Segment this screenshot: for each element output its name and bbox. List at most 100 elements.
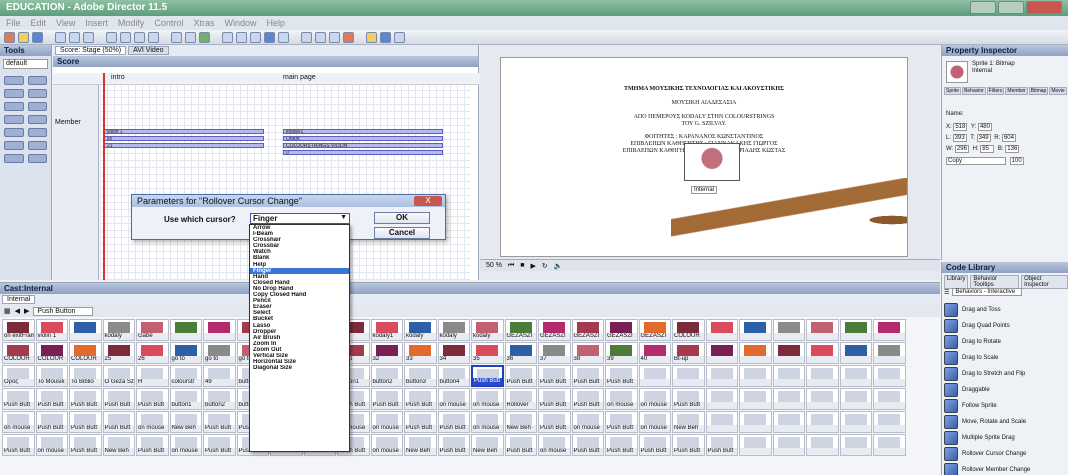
cast-member[interactable]: kodaly bbox=[404, 319, 437, 341]
rewind-icon[interactable]: ⏮ bbox=[508, 262, 514, 270]
cast-member[interactable]: on mouse bbox=[471, 411, 504, 433]
text-tool-icon[interactable] bbox=[4, 102, 24, 111]
left-field[interactable]: 393 bbox=[952, 134, 967, 142]
menu-edit[interactable]: Edit bbox=[31, 18, 47, 28]
cast-member[interactable]: GEZASZI bbox=[638, 319, 671, 341]
cast-member[interactable]: on mouse bbox=[571, 411, 604, 433]
cast-member[interactable]: New Beh bbox=[102, 434, 135, 456]
marker-intro[interactable]: intro bbox=[111, 74, 125, 81]
arrow-tool-icon[interactable] bbox=[4, 76, 24, 85]
cast-member[interactable]: Push Butt bbox=[538, 388, 571, 410]
cast-member[interactable]: on mouse bbox=[538, 434, 571, 456]
cast-member[interactable]: New Beh bbox=[504, 411, 537, 433]
cast-member[interactable]: on mouse bbox=[638, 411, 671, 433]
cast-member[interactable]: New Beh bbox=[404, 434, 437, 456]
cast-member[interactable] bbox=[873, 388, 906, 410]
save-all-icon[interactable] bbox=[69, 31, 80, 43]
menu-help[interactable]: Help bbox=[266, 18, 285, 28]
library-icon[interactable] bbox=[278, 31, 289, 43]
cast-member[interactable]: on mouse bbox=[638, 388, 671, 410]
hand-tool-icon[interactable] bbox=[27, 76, 47, 85]
copy-icon[interactable] bbox=[134, 31, 145, 43]
blend-field[interactable]: 100 bbox=[1009, 157, 1024, 165]
cast-member[interactable] bbox=[739, 434, 772, 456]
cast-member[interactable] bbox=[839, 434, 872, 456]
cast-member[interactable] bbox=[772, 434, 805, 456]
cast-member[interactable] bbox=[203, 319, 236, 341]
cast-member[interactable]: button2 bbox=[370, 365, 403, 387]
cast-member[interactable]: GEZASZI bbox=[605, 319, 638, 341]
maximize-button[interactable] bbox=[998, 1, 1024, 14]
cast-member[interactable]: Push Butt bbox=[504, 434, 537, 456]
cast-member[interactable]: Ορος bbox=[2, 365, 35, 387]
vector-icon[interactable] bbox=[315, 31, 326, 43]
sprite-span[interactable]: 21 bbox=[104, 143, 264, 148]
cast-member[interactable]: Push Butt bbox=[136, 434, 169, 456]
zoom-tool-icon[interactable] bbox=[27, 89, 47, 98]
cast-member[interactable] bbox=[806, 365, 839, 387]
cast-member[interactable]: To Mousik bbox=[35, 365, 68, 387]
cast-member[interactable] bbox=[772, 411, 805, 433]
sprite-span[interactable]: 0 bbox=[283, 150, 443, 155]
help-icon[interactable] bbox=[394, 31, 405, 43]
volume-icon[interactable]: 🔈 bbox=[554, 262, 563, 270]
cut-icon[interactable] bbox=[120, 31, 131, 43]
cast-member[interactable] bbox=[873, 434, 906, 456]
paint-icon[interactable] bbox=[301, 31, 312, 43]
close-button[interactable] bbox=[1026, 1, 1062, 14]
rectangle-tool-icon[interactable] bbox=[4, 115, 24, 124]
filled-ellipse-tool-icon[interactable] bbox=[27, 128, 47, 137]
button-tool-icon[interactable] bbox=[4, 154, 24, 163]
library-behavior-item[interactable]: Rollover Member Change bbox=[944, 460, 1066, 475]
cast-member[interactable] bbox=[772, 388, 805, 410]
cast-member[interactable] bbox=[839, 411, 872, 433]
cast-member[interactable] bbox=[806, 411, 839, 433]
stage-canvas[interactable]: ΤΜΗΜΑ ΜΟΥΣΙΚΗΣ ΤΕΧΝΟΛΟΓΙΑΣ ΚΑΙ ΑΚΟΥΣΤΙΚΗ… bbox=[500, 57, 908, 257]
cast-member[interactable]: Push Butt bbox=[571, 365, 604, 387]
cast-member[interactable]: Push Butt bbox=[605, 434, 638, 456]
cast-member[interactable] bbox=[839, 342, 872, 364]
cast-member[interactable] bbox=[839, 388, 872, 410]
paste-icon[interactable] bbox=[148, 31, 159, 43]
filled-rect-tool-icon[interactable] bbox=[4, 128, 24, 137]
cast-member[interactable]: Push Butt bbox=[203, 411, 236, 433]
cast-member-name-field[interactable]: Push Button bbox=[33, 306, 94, 316]
cast-member[interactable]: 49 bbox=[203, 365, 236, 387]
tab-movie[interactable]: Movie bbox=[1049, 87, 1067, 95]
play-icon[interactable]: ▶ bbox=[531, 262, 536, 270]
cast-member[interactable]: Push Butt bbox=[538, 365, 571, 387]
next-member-icon[interactable]: ▶ bbox=[24, 307, 29, 315]
tools-preset-select[interactable]: default bbox=[3, 59, 48, 69]
right-field[interactable]: 604 bbox=[1001, 134, 1016, 142]
cast-member[interactable]: Push Butt bbox=[404, 388, 437, 410]
cast-member[interactable]: 37 bbox=[538, 342, 571, 364]
cast-member[interactable]: kodaly bbox=[471, 319, 504, 341]
cast-member[interactable] bbox=[772, 342, 805, 364]
cast-view-icon[interactable]: ▦ bbox=[4, 307, 11, 315]
ink-select[interactable]: Copy bbox=[946, 157, 1006, 165]
cast-member[interactable]: button3 bbox=[404, 365, 437, 387]
height-field[interactable]: 85 bbox=[980, 145, 995, 153]
cast-member[interactable] bbox=[739, 411, 772, 433]
checkbox-tool-icon[interactable] bbox=[4, 141, 24, 150]
loop-icon[interactable]: ↻ bbox=[542, 262, 548, 270]
cast-member[interactable]: on mouse bbox=[605, 388, 638, 410]
cast-member[interactable]: H bbox=[136, 365, 169, 387]
cast-member[interactable]: GEZASZI bbox=[571, 319, 604, 341]
cast-member[interactable]: GEZASZI bbox=[538, 319, 571, 341]
stop-icon[interactable]: ■ bbox=[520, 262, 524, 269]
cast-member[interactable] bbox=[873, 342, 906, 364]
cast-member[interactable] bbox=[839, 365, 872, 387]
line-tool-icon[interactable] bbox=[27, 102, 47, 111]
cast-member[interactable] bbox=[873, 319, 906, 341]
cast-member[interactable]: Push Butt bbox=[404, 411, 437, 433]
cast-member[interactable]: GEZASZI bbox=[504, 319, 537, 341]
previous-member-icon[interactable]: ◀ bbox=[15, 307, 20, 315]
undo-icon[interactable] bbox=[106, 31, 117, 43]
cast-member[interactable] bbox=[873, 365, 906, 387]
cast-member[interactable]: Push Butt bbox=[538, 411, 571, 433]
cast-member[interactable]: Push Butt bbox=[370, 388, 403, 410]
dropdown-option[interactable]: Diagonal Size bbox=[250, 365, 349, 371]
score-frame-ruler[interactable]: intro main page bbox=[53, 73, 479, 85]
cast-member[interactable]: Push Butt bbox=[102, 388, 135, 410]
